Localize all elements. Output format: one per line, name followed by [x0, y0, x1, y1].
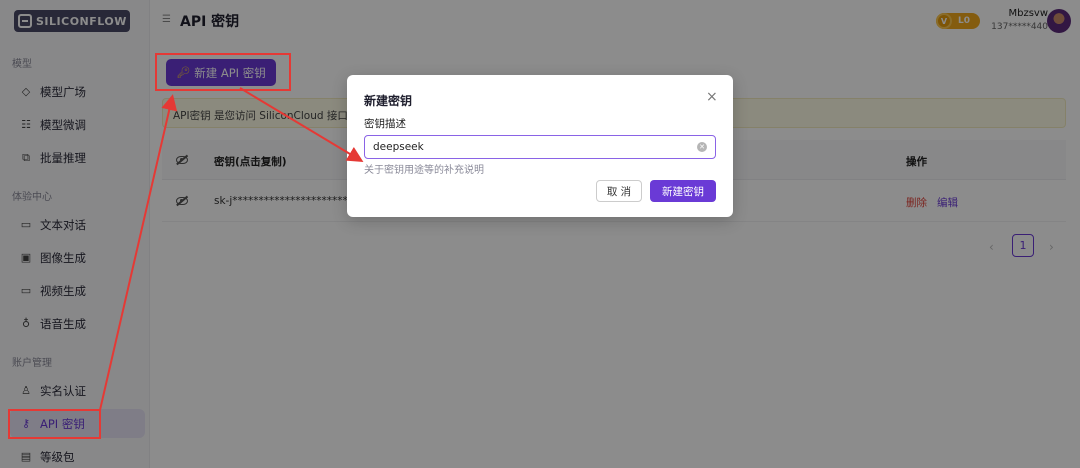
key-description-label: 密钥描述: [364, 118, 406, 130]
create-key-button[interactable]: 新建密钥: [650, 180, 716, 202]
field-helper-text: 关于密钥用途等的补充说明: [364, 165, 484, 176]
annotation-box-api-key-nav: [8, 409, 101, 439]
dialog-title: 新建密钥: [364, 94, 413, 108]
new-key-dialog: 新建密钥 × 密钥描述 ✕ 关于密钥用途等的补充说明 取 消 新建密钥: [347, 75, 733, 217]
annotation-box-new-key-button: [155, 53, 291, 91]
key-description-input[interactable]: [364, 135, 716, 159]
clear-input-icon[interactable]: ✕: [697, 142, 707, 152]
close-icon[interactable]: ×: [706, 89, 718, 105]
cancel-button[interactable]: 取 消: [596, 180, 642, 202]
